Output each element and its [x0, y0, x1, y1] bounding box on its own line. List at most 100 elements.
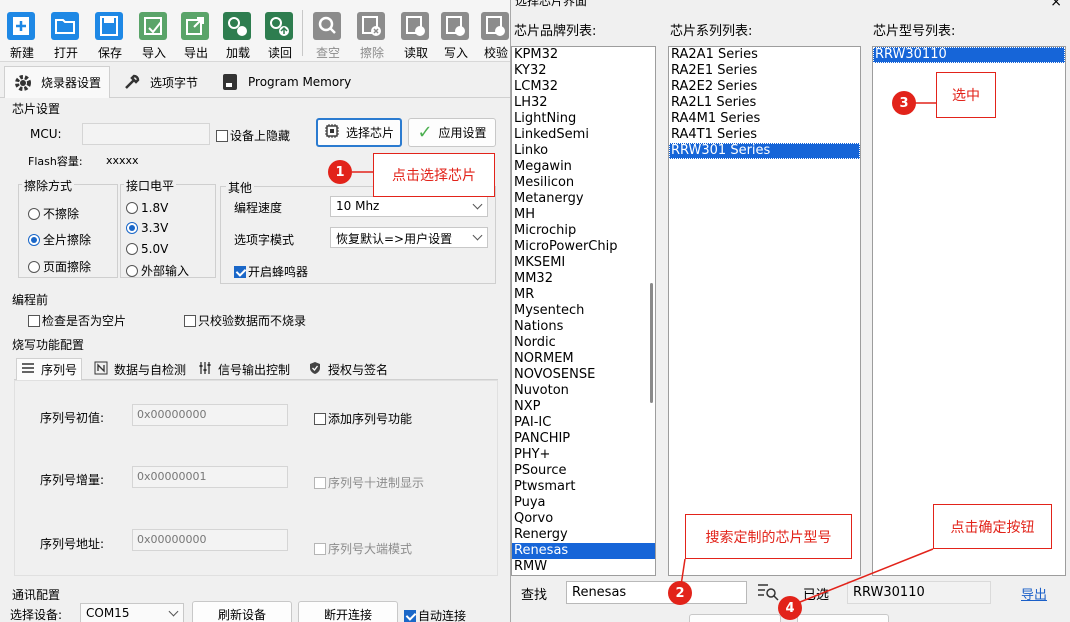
apply-settings-button[interactable]: ✓ 应用设置 — [408, 118, 496, 147]
disconnect-button[interactable]: 断开连接 — [298, 601, 398, 622]
n-box-icon — [94, 361, 108, 378]
option-mode-select[interactable]: 恢复默认=>用户设置 — [330, 227, 488, 248]
save-button[interactable]: 保存 — [90, 8, 130, 60]
refresh-devices-button[interactable]: 刷新设备 — [192, 601, 292, 622]
verify-chip-icon — [480, 11, 510, 41]
new-button[interactable]: 新建 — [2, 8, 42, 60]
radio-5v0[interactable]: 5.0V — [126, 242, 168, 256]
list-item[interactable]: Ptwsmart — [512, 479, 655, 495]
confirm-button[interactable] — [689, 614, 781, 622]
save-icon — [94, 11, 124, 41]
erase-button[interactable]: 擦除 — [352, 8, 392, 60]
brand-list[interactable]: KPM32 KY32 LCM32 LH32 LightNing LinkedSemi Lin… — [511, 46, 656, 576]
export-icon — [180, 11, 210, 41]
device-select[interactable]: COM15 — [80, 603, 184, 622]
list-item[interactable]: Puya — [512, 495, 655, 511]
list-item[interactable]: Nuvoton — [512, 383, 655, 399]
list-item[interactable]: NORMEM — [512, 351, 655, 367]
mcu-label: MCU: — [30, 127, 62, 141]
list-item[interactable]: Qorvo — [512, 511, 655, 527]
list-item[interactable]: RA2E1 Series — [669, 63, 860, 79]
radio-no-erase[interactable]: 不擦除 — [28, 205, 79, 222]
list-item[interactable]: PANCHIP — [512, 431, 655, 447]
search-list-icon[interactable] — [757, 582, 779, 605]
list-item[interactable]: Renesas — [512, 543, 655, 559]
list-item[interactable]: Metanergy — [512, 191, 655, 207]
list-item[interactable]: RRW30110 — [873, 47, 1065, 63]
export-button[interactable]: 导出 — [176, 8, 216, 60]
auto-connect-checkbox[interactable]: 自动连接 — [404, 607, 466, 622]
list-item[interactable]: LH32 — [512, 95, 655, 111]
select-chip-button[interactable]: 选择芯片 — [316, 118, 402, 147]
blank-check-button[interactable]: 查空 — [308, 8, 348, 60]
big-endian-checkbox[interactable]: 序列号大端模式 — [314, 540, 412, 557]
radio-full-erase[interactable]: 全片擦除 — [28, 231, 91, 248]
open-button[interactable]: 打开 — [46, 8, 86, 60]
tab-data-selftest[interactable]: 数据与自检测 — [90, 358, 190, 380]
read-back-button[interactable]: 读回 — [260, 8, 300, 60]
sliders-icon — [198, 361, 212, 378]
radio-1v8[interactable]: 1.8V — [126, 201, 168, 215]
list-item[interactable]: MKSEMI — [512, 255, 655, 271]
list-item[interactable]: RMW — [512, 559, 655, 575]
list-item[interactable]: Linko — [512, 143, 655, 159]
list-item[interactable]: LinkedSemi — [512, 127, 655, 143]
add-serial-checkbox[interactable]: 添加序列号功能 — [314, 410, 412, 427]
list-item[interactable]: PHY+ — [512, 447, 655, 463]
list-item[interactable]: NXP — [512, 399, 655, 415]
list-item[interactable]: PSource — [512, 463, 655, 479]
verify-only-checkbox[interactable]: 只校验数据而不烧录 — [184, 312, 306, 329]
list-item[interactable]: RA2L1 Series — [669, 95, 860, 111]
option-mode-label: 选项字模式 — [234, 233, 295, 247]
blank-check-checkbox[interactable]: 检查是否为空片 — [28, 312, 126, 329]
list-item[interactable]: Nations — [512, 319, 655, 335]
tab-signal-output[interactable]: 信号输出控制 — [194, 358, 294, 380]
list-item[interactable]: Nordic — [512, 335, 655, 351]
tab-serial[interactable]: 序列号 — [16, 358, 83, 380]
list-item[interactable]: Mysentech — [512, 303, 655, 319]
buzzer-checkbox[interactable]: 开启蜂鸣器 — [234, 263, 308, 280]
list-item[interactable]: KPM32 — [512, 47, 655, 63]
list-item[interactable]: Renergy — [512, 527, 655, 543]
speed-select[interactable]: 10 Mhz — [330, 196, 488, 217]
list-item[interactable]: RA4M1 Series — [669, 111, 860, 127]
import-button[interactable]: 导入 — [134, 8, 174, 60]
tab-program-memory[interactable]: Program Memory — [212, 66, 359, 98]
cancel-button[interactable] — [797, 614, 889, 622]
radio-3v3[interactable]: 3.3V — [126, 221, 168, 235]
tab-auth-signature[interactable]: 授权与签名 — [304, 358, 392, 380]
serial-init-field[interactable]: 0x00000000 — [132, 404, 288, 426]
list-item[interactable]: MicroPowerChip — [512, 239, 655, 255]
list-item[interactable]: LightNing — [512, 111, 655, 127]
list-item[interactable]: Microchip — [512, 223, 655, 239]
tab-programmer-settings[interactable]: 烧录器设置 — [4, 66, 111, 98]
list-item[interactable]: Mesilicon — [512, 175, 655, 191]
tab-option-bytes[interactable]: 选项字节 — [114, 66, 206, 98]
list-item[interactable]: RA4T1 Series — [669, 127, 860, 143]
model-list[interactable]: RRW30110 — [872, 46, 1066, 576]
hide-on-device-checkbox[interactable]: 设备上隐藏 — [216, 127, 290, 144]
radio-external[interactable]: 外部输入 — [126, 262, 189, 279]
list-item[interactable]: Megawin — [512, 159, 655, 175]
list-item[interactable]: MM32 — [512, 271, 655, 287]
list-item[interactable]: PAI-IC — [512, 415, 655, 431]
list-item[interactable]: MH — [512, 207, 655, 223]
list-item[interactable]: RA2E2 Series — [669, 79, 860, 95]
list-item[interactable]: NOVOSENSE — [512, 367, 655, 383]
list-item[interactable]: LCM32 — [512, 79, 655, 95]
list-item[interactable]: RA2A1 Series — [669, 47, 860, 63]
serial-inc-field[interactable]: 0x00000001 — [132, 466, 288, 488]
mcu-field[interactable] — [82, 123, 210, 145]
decimal-display-checkbox[interactable]: 序列号十进制显示 — [314, 474, 424, 491]
export-link[interactable]: 导出 — [1021, 584, 1047, 603]
list-item[interactable]: KY32 — [512, 63, 655, 79]
brand-list-scrollbar[interactable] — [650, 283, 653, 403]
serial-addr-field[interactable]: 0x00000000 — [132, 529, 288, 551]
find-input[interactable]: Renesas — [566, 581, 747, 604]
list-item[interactable]: RRW301 Series — [669, 143, 860, 159]
load-button[interactable]: 加载 — [218, 8, 258, 60]
list-item[interactable]: MR — [512, 287, 655, 303]
series-list[interactable]: RA2A1 Series RA2E1 Series RA2E2 Series RA2L… — [668, 46, 861, 576]
close-icon[interactable]: × — [1050, 0, 1062, 10]
radio-page-erase[interactable]: 页面擦除 — [28, 258, 91, 275]
